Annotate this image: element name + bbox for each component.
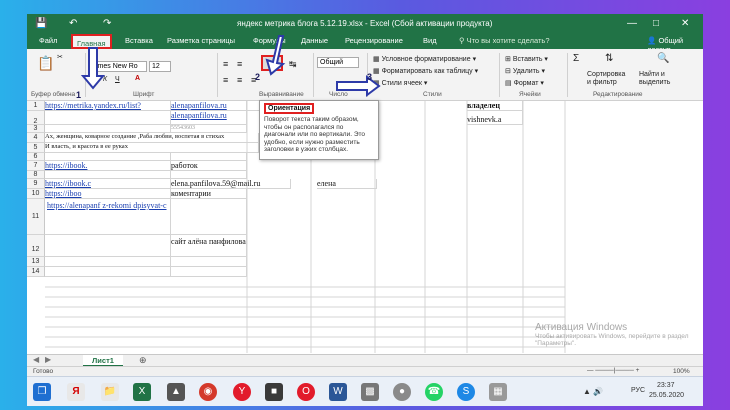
add-sheet-icon[interactable]: ⊕ [139, 355, 147, 366]
yandex-icon[interactable]: Я [67, 383, 85, 401]
row-header[interactable]: 10 [27, 189, 45, 199]
next-sheet-icon[interactable]: ▶ [45, 355, 51, 364]
opera-icon[interactable]: O [297, 383, 315, 401]
row-header[interactable]: 12 [27, 235, 45, 257]
folder-icon[interactable]: 📁 [101, 383, 119, 401]
zoom-level: 100% [673, 368, 690, 375]
language-indicator[interactable]: РУС [631, 387, 645, 394]
disk-icon[interactable]: ● [393, 383, 411, 401]
start-icon[interactable]: ❐ [33, 383, 51, 401]
annotation-3: 3 [367, 72, 373, 82]
yandex-browser-icon[interactable]: Y [233, 383, 251, 401]
media-icon[interactable]: ■ [265, 383, 283, 401]
windows-taskbar: ❐ Я 📁 X ▲ ◉ Y ■ O W ▩ ● ☎ S ▦ ▲ 🔊 РУС 23… [27, 376, 703, 406]
row-header[interactable]: 9 [27, 179, 45, 189]
status-text: Готово [33, 368, 54, 375]
row-header[interactable]: 11 [27, 199, 45, 235]
row-header[interactable]: 14 [27, 267, 45, 277]
excel-window: 💾 ↶ ↷ яндекс метрика блога 5.12.19.xlsx … [27, 14, 703, 406]
row-header[interactable]: 7 [27, 161, 45, 171]
excel-icon[interactable]: X [133, 383, 151, 401]
chrome-icon[interactable]: ◉ [199, 383, 217, 401]
row-header[interactable]: 13 [27, 257, 45, 267]
row-header[interactable]: 6 [27, 153, 45, 161]
zoom-slider[interactable]: — ────|──── + [587, 367, 639, 374]
annotation-2: 2 [255, 72, 261, 82]
photos-icon[interactable]: ▲ [167, 383, 185, 401]
annotation-arrows [80, 35, 381, 97]
row-header[interactable]: 8 [27, 171, 45, 179]
clock-time: 23:37 [657, 382, 675, 389]
status-bar: Готово — ────|──── + 100% [27, 366, 703, 376]
clock-date: 25.05.2020 [649, 392, 685, 399]
word-icon[interactable]: W [329, 383, 347, 401]
activation-watermark: Активация Windows Чтобы активировать Win… [535, 322, 689, 347]
whatsapp-icon[interactable]: ☎ [425, 383, 443, 401]
calculator-icon[interactable]: ▦ [489, 383, 507, 401]
tray-icons[interactable]: ▲ 🔊 [583, 387, 603, 396]
row-header[interactable]: 5 [27, 143, 45, 153]
app-icon[interactable]: ▩ [361, 383, 379, 401]
skype-icon[interactable]: S [457, 383, 475, 401]
annotation-1: 1 [76, 90, 82, 100]
prev-sheet-icon[interactable]: ◀ [33, 355, 39, 364]
row-header[interactable]: 4 [27, 133, 45, 143]
sheet-tab-bar: ◀ ▶ Лист1 ⊕ [27, 354, 703, 367]
